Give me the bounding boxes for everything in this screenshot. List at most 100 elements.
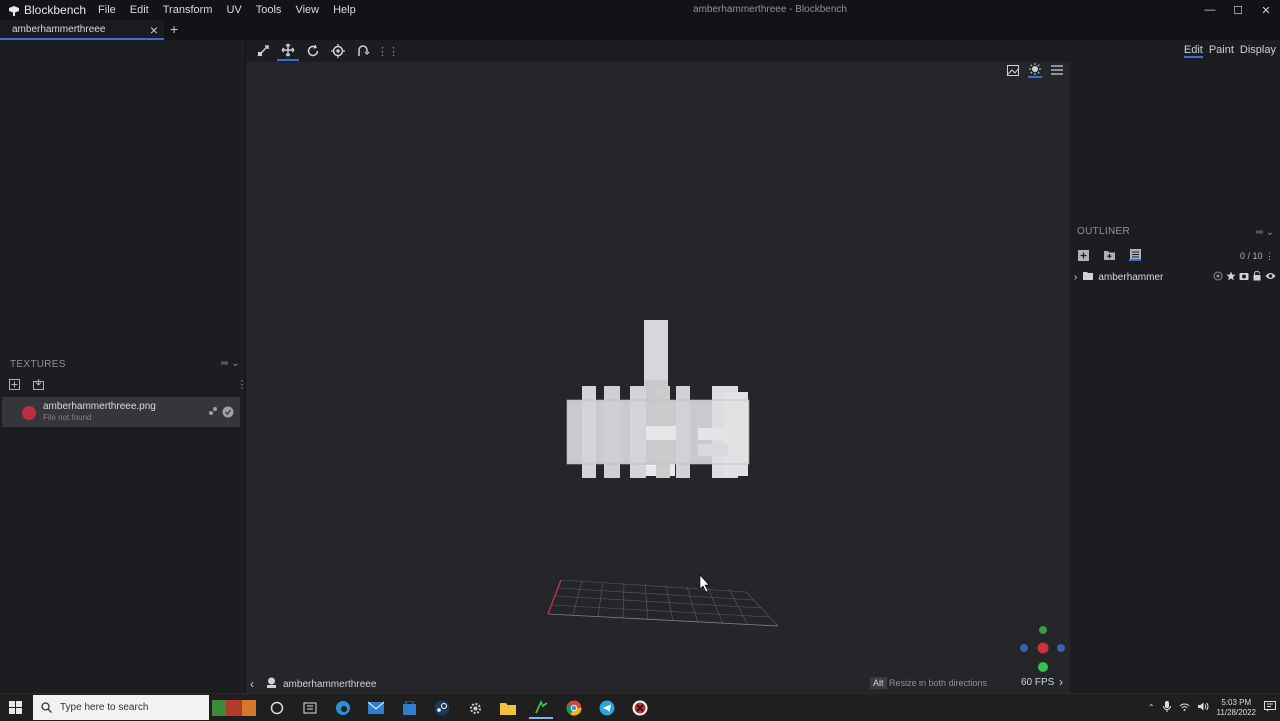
viewport-menu-icon[interactable]: [1050, 62, 1064, 78]
toggle-options-icon[interactable]: [1129, 248, 1141, 261]
axis-gizmo[interactable]: [1020, 626, 1065, 672]
status-bar-right: Alt Resize in both directions 60 FPS ›: [870, 675, 1080, 693]
windows-start-icon[interactable]: [9, 701, 22, 717]
menu-tools[interactable]: Tools: [256, 4, 282, 16]
visibility-eye-icon[interactable]: [1265, 271, 1276, 284]
menu-file[interactable]: File: [98, 4, 116, 16]
outliner-count: 0 / 10 ⋮: [1239, 251, 1274, 261]
search-icon: [41, 702, 52, 713]
left-panel: TEXTURES ═ ⌄ ⋮ amberhammerthreee.png Fil…: [0, 40, 248, 693]
task-view-icon[interactable]: [298, 697, 322, 719]
maximize-icon[interactable]: ☐: [1224, 0, 1252, 20]
app-name: Blockbench: [24, 3, 87, 17]
shade-icon[interactable]: [1239, 271, 1249, 284]
system-tray: ⌃ 5:03 PM 11/28/2022: [1148, 694, 1276, 721]
file-explorer-icon[interactable]: [496, 697, 520, 719]
add-texture-icon[interactable]: [8, 378, 20, 390]
taskbar: Type here to search ⌃ 5:03 PM 11/28/2022: [0, 693, 1280, 720]
toolbar-more-icon[interactable]: ⋮⋮: [377, 41, 399, 61]
menu-bar: File Edit Transform UV Tools View Help: [98, 4, 370, 16]
volume-icon[interactable]: [1197, 702, 1209, 713]
clock[interactable]: 5:03 PM 11/28/2022: [1217, 698, 1256, 718]
viewport-canvas[interactable]: [246, 62, 1070, 675]
network-icon[interactable]: [1179, 702, 1190, 713]
title-bar: Blockbench File Edit Transform UV Tools …: [0, 0, 1280, 20]
app-thumbnail-icon[interactable]: [212, 697, 256, 719]
outliner-item[interactable]: › amberhammer: [1074, 270, 1278, 284]
outliner-title: OUTLINER: [1077, 226, 1130, 237]
viewport-options: [1006, 62, 1064, 78]
lighting-icon[interactable]: [1028, 62, 1042, 78]
lock-icon[interactable]: [1252, 270, 1262, 284]
telegram-icon[interactable]: [595, 697, 619, 719]
menu-uv[interactable]: UV: [226, 4, 241, 16]
mode-tabs: Edit Paint Display: [1183, 44, 1276, 58]
viewport-toolbar: ⋮⋮: [246, 40, 1070, 62]
outliner-collapse-icon[interactable]: ═ ⌄: [1256, 227, 1274, 238]
outliner-toolbar: [1077, 248, 1141, 261]
steam-icon[interactable]: [430, 697, 454, 719]
collapse-left-icon[interactable]: ‹: [250, 677, 254, 691]
screenshot-icon[interactable]: [1006, 62, 1020, 78]
close-window-icon[interactable]: ✕: [1252, 0, 1280, 20]
menu-help[interactable]: Help: [333, 4, 356, 16]
texture-item[interactable]: amberhammerthreee.png File not found: [2, 397, 240, 427]
chrome-icon[interactable]: [562, 697, 586, 719]
microphone-icon[interactable]: [1162, 701, 1171, 714]
texture-name: amberhammerthreee.png: [43, 401, 156, 412]
mail-icon[interactable]: [364, 697, 388, 719]
mode-tab-edit[interactable]: Edit: [1183, 44, 1203, 58]
ground-grid: [547, 579, 779, 627]
hammer-model: [566, 320, 750, 478]
panel-collapse-icon[interactable]: ═ ⌄: [221, 358, 240, 369]
menu-transform[interactable]: Transform: [163, 4, 213, 16]
folder-icon: [1083, 271, 1094, 283]
new-tab-icon[interactable]: +: [170, 21, 178, 37]
export-star-icon[interactable]: [1226, 271, 1236, 284]
settings-gear-icon[interactable]: [463, 697, 487, 719]
outliner-item-actions: [1213, 270, 1276, 284]
taskbar-search[interactable]: Type here to search: [33, 695, 209, 720]
cortana-icon[interactable]: [265, 697, 289, 719]
notifications-icon[interactable]: [1264, 701, 1276, 714]
minimize-icon[interactable]: —: [1196, 0, 1224, 20]
import-texture-icon[interactable]: [32, 378, 44, 390]
edge-icon[interactable]: [331, 697, 355, 719]
auto-uv-icon[interactable]: [1213, 271, 1223, 284]
key-hint: Alt: [870, 677, 887, 689]
rotate-icon[interactable]: [302, 41, 324, 61]
mode-tab-paint[interactable]: Paint: [1209, 44, 1234, 58]
blockbench-logo-icon: [9, 5, 19, 16]
tab-project[interactable]: amberhammerthreee ×: [0, 20, 164, 40]
tab-bar: amberhammerthreee × +: [0, 20, 1280, 40]
model-name: amberhammerthreee: [283, 678, 377, 690]
menu-view[interactable]: View: [295, 4, 319, 16]
mode-tab-display[interactable]: Display: [1240, 44, 1276, 58]
model-icon: [266, 677, 277, 691]
viewport[interactable]: ⋮⋮ ‹ amberhammerthreee: [246, 40, 1070, 693]
app-logo: Blockbench: [8, 3, 86, 17]
app-dark-icon[interactable]: [628, 697, 652, 719]
menu-edit[interactable]: Edit: [130, 4, 149, 16]
add-cube-icon[interactable]: [1077, 249, 1089, 261]
move-icon[interactable]: [277, 41, 299, 61]
expand-chevron-icon[interactable]: ›: [1074, 272, 1077, 283]
tray-chevron-icon[interactable]: ⌃: [1148, 703, 1155, 712]
texture-particle-icon[interactable]: [208, 406, 218, 421]
close-tab-icon[interactable]: ×: [150, 22, 158, 38]
tab-label: amberhammerthreee: [12, 23, 106, 35]
clock-date: 11/28/2022: [1216, 707, 1256, 717]
taskbar-apps: [212, 697, 652, 719]
missing-texture-icon: [22, 406, 36, 420]
store-icon[interactable]: [397, 697, 421, 719]
blockbench-taskbar-icon[interactable]: [529, 697, 553, 719]
collapse-right-icon[interactable]: ›: [1059, 675, 1063, 689]
pivot-icon[interactable]: [327, 41, 349, 61]
texture-check-icon[interactable]: [222, 406, 234, 421]
textures-header: TEXTURES ═ ⌄: [0, 354, 246, 374]
move-all-icon[interactable]: [252, 41, 274, 61]
vertex-snap-icon[interactable]: [352, 41, 374, 61]
add-group-icon[interactable]: [1103, 249, 1115, 261]
texture-actions: [208, 406, 234, 421]
right-panel: Edit Paint Display OUTLINER ═ ⌄ 0 / 10 ⋮…: [1070, 40, 1280, 693]
